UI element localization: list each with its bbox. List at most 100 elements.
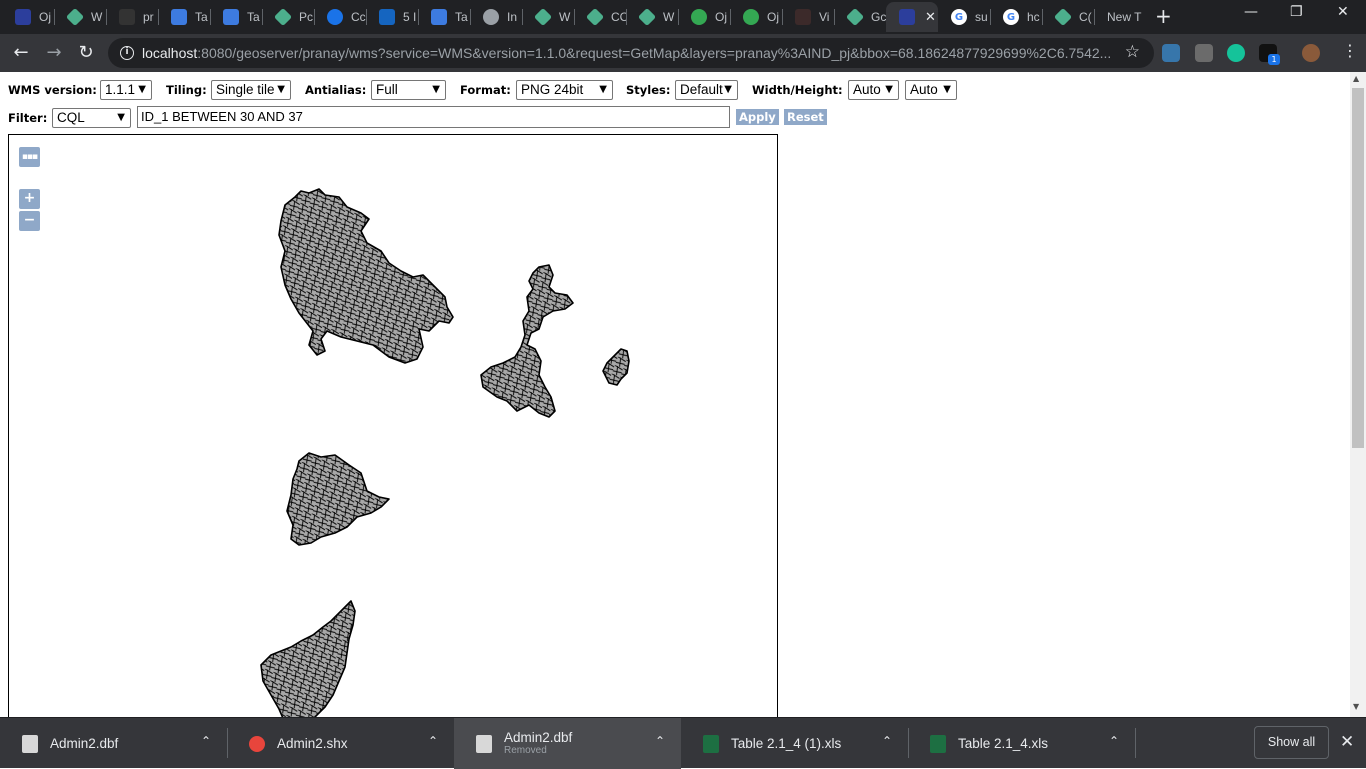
menu-icon[interactable]: ⋮ <box>1342 41 1358 60</box>
browser-tab[interactable]: Ta <box>210 2 262 32</box>
bookmark-star-icon[interactable]: ☆ <box>1125 42 1140 62</box>
west-bengal-region <box>480 264 574 418</box>
wms-version-select[interactable]: 1.1.1 ▼ <box>100 80 152 100</box>
browser-tab[interactable]: ✕ <box>886 2 938 32</box>
map-layer[interactable] <box>9 135 778 717</box>
browser-tab[interactable]: Vi <box>782 2 834 32</box>
tab-title: Vi <box>819 10 830 24</box>
styles-select[interactable]: Default ▼ <box>675 80 738 100</box>
chevron-down-icon: ▼ <box>138 84 146 95</box>
gear-blue-icon <box>171 9 187 25</box>
browser-tab[interactable]: W <box>626 2 678 32</box>
browser-tab[interactable]: CC <box>574 2 626 32</box>
browser-tab[interactable]: W <box>54 2 106 32</box>
reset-button[interactable]: Reset <box>784 109 827 125</box>
antialias-label: Antialias: <box>305 83 367 97</box>
scroll-thumb[interactable] <box>1352 88 1364 448</box>
wms-version-label: WMS version: <box>8 83 97 97</box>
chevron-up-icon[interactable]: ⌃ <box>428 734 438 748</box>
download-separator <box>1135 728 1136 758</box>
download-item[interactable]: Table 2.1_4.xls ⌃ <box>908 718 1135 769</box>
browser-tab[interactable]: Oj <box>2 2 54 32</box>
close-shelf-icon[interactable]: ✕ <box>1340 732 1354 752</box>
page-content: WMS version: 1.1.1 ▼ Tiling: Single tile ▼… <box>0 72 1350 717</box>
telangana-region <box>286 452 390 546</box>
tab-title: W <box>91 10 103 24</box>
forward-icon[interactable]: → <box>43 42 65 64</box>
browser-tab[interactable]: Gc <box>834 2 886 32</box>
chevron-down-icon: ▼ <box>432 84 440 95</box>
chevron-down-icon: ▼ <box>885 84 893 95</box>
tab-title: su <box>975 10 988 24</box>
download-name: Table 2.1_4 (1).xls <box>731 736 841 751</box>
tab-title: C( <box>1079 10 1092 24</box>
browser-tab[interactable]: Oj <box>730 2 782 32</box>
tiling-select[interactable]: Single tile ▼ <box>211 80 291 100</box>
browser-tab[interactable]: pr <box>106 2 158 32</box>
browser-tab[interactable]: Gsu <box>938 2 990 32</box>
diamond-icon <box>273 7 293 27</box>
browser-tab[interactable]: Oj <box>678 2 730 32</box>
browser-tab[interactable]: 5 I <box>366 2 418 32</box>
page-scrollbar[interactable]: ▲ ▼ <box>1350 72 1366 717</box>
antialias-select[interactable]: Full ▼ <box>371 80 446 100</box>
filter-label: Filter: <box>8 111 48 125</box>
browser-tab[interactable]: Cc <box>314 2 366 32</box>
apply-button[interactable]: Apply <box>736 109 779 125</box>
browser-tab[interactable]: In <box>470 2 522 32</box>
excel-icon <box>703 734 719 753</box>
browser-tab[interactable]: Ghc <box>990 2 1042 32</box>
download-item[interactable]: Admin2.dbf ⌃ <box>0 718 227 769</box>
browser-tab[interactable]: Pc <box>262 2 314 32</box>
tb-extension-icon[interactable] <box>1195 44 1213 62</box>
file-icon <box>22 734 38 753</box>
format-select[interactable]: PNG 24bit ▼ <box>516 80 613 100</box>
height-select[interactable]: Auto ▼ <box>905 80 957 100</box>
geoserver-bluepink-icon <box>899 9 915 25</box>
back-icon[interactable]: ← <box>10 42 32 64</box>
tab-close-icon[interactable]: ✕ <box>925 10 936 25</box>
chevron-up-icon[interactable]: ⌃ <box>882 734 892 748</box>
map-viewer[interactable]: ▪▪▪ + − <box>8 134 778 717</box>
python-extension-icon[interactable] <box>1162 44 1180 62</box>
chevron-up-icon[interactable]: ⌃ <box>201 734 211 748</box>
chevron-up-icon[interactable]: ⌃ <box>1109 734 1119 748</box>
reload-icon[interactable]: ↻ <box>75 42 97 64</box>
download-filename: Admin2.dbf <box>504 729 573 745</box>
spinner-icon <box>691 9 707 25</box>
download-name: Admin2.dbf Removed <box>504 729 573 757</box>
download-status: Removed <box>504 744 547 756</box>
chevron-down-icon: ▼ <box>724 84 732 95</box>
new-tab-button[interactable]: + <box>1155 6 1172 26</box>
width-select[interactable]: Auto ▼ <box>848 80 899 100</box>
browser-tab[interactable]: Ta <box>418 2 470 32</box>
restore-icon[interactable]: ❐ <box>1290 4 1303 20</box>
grammarly-icon[interactable] <box>1227 44 1245 62</box>
styles-label: Styles: <box>626 83 671 97</box>
tiling-label: Tiling: <box>166 83 207 97</box>
chevron-up-icon[interactable]: ⌃ <box>655 734 665 748</box>
browser-tab[interactable]: C( <box>1042 2 1094 32</box>
tab-title: hc <box>1027 10 1040 24</box>
window-close-icon[interactable]: ✕ <box>1337 4 1349 20</box>
download-item[interactable]: Table 2.1_4 (1).xls ⌃ <box>681 718 908 769</box>
filter-type-value: CQL <box>57 110 85 125</box>
avatar[interactable] <box>1302 44 1320 62</box>
scroll-down-icon[interactable]: ▼ <box>1353 702 1359 711</box>
tab-title: W <box>559 10 571 24</box>
browser-tab[interactable]: Ta <box>158 2 210 32</box>
show-all-button[interactable]: Show all <box>1254 726 1329 759</box>
filter-input[interactable]: ID_1 BETWEEN 30 AND 37 <box>137 106 730 128</box>
info-icon[interactable]: i <box>120 46 134 60</box>
url-text[interactable]: localhost:8080/geoserver/pranay/wms?serv… <box>142 45 1112 61</box>
minimize-icon[interactable]: — <box>1244 4 1258 20</box>
tab-title: Oj <box>715 10 727 24</box>
address-bar[interactable]: i localhost:8080/geoserver/pranay/wms?se… <box>108 38 1154 68</box>
filter-type-select[interactable]: CQL ▼ <box>52 108 131 128</box>
globe-icon <box>483 9 499 25</box>
scroll-up-icon[interactable]: ▲ <box>1353 74 1359 83</box>
browser-tab[interactable]: W <box>522 2 574 32</box>
height-value: Auto <box>910 82 938 97</box>
download-item[interactable]: Admin2.shx ⌃ <box>227 718 454 769</box>
download-item[interactable]: Admin2.dbf Removed ⌃ <box>454 718 681 769</box>
